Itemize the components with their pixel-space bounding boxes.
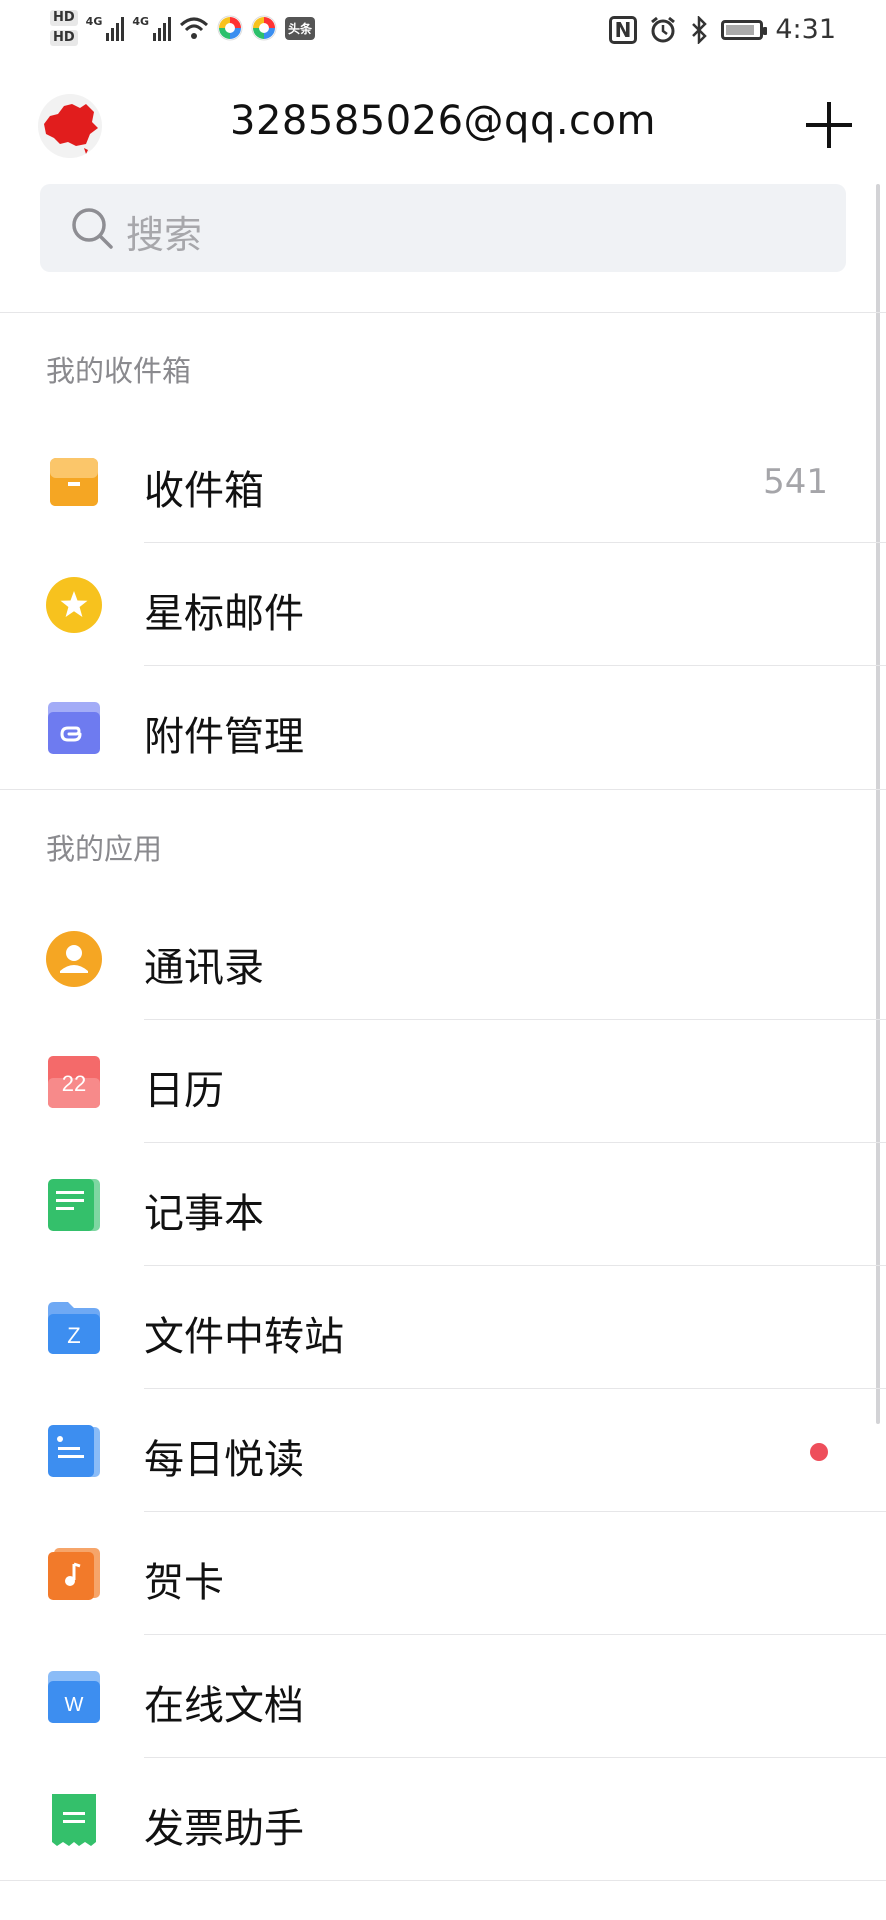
menu-item-label: 记事本 — [144, 1191, 264, 1237]
battery-level — [726, 24, 754, 35]
calendar-date-text: 22 — [62, 1071, 86, 1096]
menu-item-label: 通讯录 — [144, 945, 264, 991]
menu-item-starred[interactable]: 星标邮件 — [0, 543, 886, 666]
greeting-card-music-icon — [48, 1548, 100, 1600]
folder-letter-text: Z — [67, 1323, 80, 1348]
signal-icon-1: 4G — [86, 15, 125, 41]
section-title-apps: 我的应用 — [46, 832, 163, 866]
doc-letter-text: W — [65, 1694, 84, 1716]
section-divider — [0, 312, 886, 313]
bluetooth-icon — [692, 15, 708, 44]
menu-item-label: 收件箱 — [144, 468, 264, 514]
menu-item-label: 文件中转站 — [144, 1314, 344, 1360]
menu-item-label: 附件管理 — [144, 714, 304, 760]
status-left: HD HD 4G 4G 头条 — [50, 10, 316, 46]
menu-item-daily-reading[interactable]: 每日悦读 — [0, 1389, 886, 1512]
menu-item-label: 日历 — [144, 1068, 224, 1114]
online-doc-icon: W — [48, 1671, 100, 1723]
status-right: N 4:31 — [608, 14, 836, 45]
network-type-label: 4G — [132, 15, 150, 28]
section-title-inbox: 我的收件箱 — [46, 354, 192, 388]
signal-icon-2: 4G — [132, 15, 172, 41]
attachment-folder-icon — [48, 702, 100, 754]
menu-item-label: 每日悦读 — [144, 1437, 304, 1483]
menu-item-notepad[interactable]: 记事本 — [0, 1143, 886, 1266]
search-bar[interactable]: 搜索 — [40, 184, 846, 272]
star-icon — [46, 577, 102, 633]
notepad-icon — [48, 1179, 100, 1231]
calendar-icon: 22 — [48, 1056, 100, 1108]
search-icon — [72, 208, 113, 249]
invoice-icon — [52, 1794, 96, 1846]
menu-item-online-docs[interactable]: W 在线文档 — [0, 1635, 886, 1758]
nfc-icon: N — [608, 15, 638, 44]
section-divider — [0, 1880, 886, 1881]
menu-item-attachments[interactable]: 附件管理 — [0, 666, 886, 789]
header: 328585026@qq.com — [0, 80, 886, 176]
app-notification-icon — [251, 15, 277, 41]
menu-item-invoice[interactable]: 发票助手 — [0, 1758, 886, 1881]
search-input[interactable]: 搜索 — [126, 204, 202, 259]
toutiao-app-icon: 头条 — [285, 16, 316, 40]
inbox-tray-icon — [50, 458, 98, 506]
menu-item-inbox[interactable]: 收件箱 541 — [0, 420, 886, 543]
menu-item-label: 在线文档 — [144, 1683, 304, 1729]
clock-time: 4:31 — [775, 14, 836, 45]
hd-icon-1: HD — [50, 10, 78, 26]
daily-reading-icon — [48, 1425, 100, 1477]
plus-icon[interactable] — [806, 102, 852, 148]
wifi-icon — [180, 17, 209, 39]
alarm-icon — [651, 16, 676, 42]
account-email[interactable]: 328585026@qq.com — [0, 98, 886, 144]
menu-item-contacts[interactable]: 通讯录 — [0, 897, 886, 1020]
battery-charging-icon — [721, 19, 768, 40]
network-type-label: 4G — [85, 15, 103, 28]
file-transfer-folder-icon: Z — [48, 1302, 100, 1354]
app-notification-icon — [217, 15, 243, 41]
menu-item-calendar[interactable]: 22 日历 — [0, 1020, 886, 1143]
contacts-icon — [46, 931, 102, 987]
menu-item-file-transfer[interactable]: Z 文件中转站 — [0, 1266, 886, 1389]
section-divider — [0, 789, 886, 790]
menu-item-label: 发票助手 — [144, 1806, 304, 1852]
status-bar: HD HD 4G 4G 头条 N 4:31 — [0, 0, 886, 64]
menu-item-greeting-card[interactable]: 贺卡 — [0, 1512, 886, 1635]
hd-indicators: HD HD — [50, 10, 78, 46]
unread-dot-badge — [810, 1443, 828, 1461]
hd-icon-2: HD — [50, 30, 78, 46]
menu-item-label: 星标邮件 — [144, 591, 304, 637]
menu-item-label: 贺卡 — [144, 1560, 224, 1606]
unread-count-badge: 541 — [763, 462, 828, 502]
